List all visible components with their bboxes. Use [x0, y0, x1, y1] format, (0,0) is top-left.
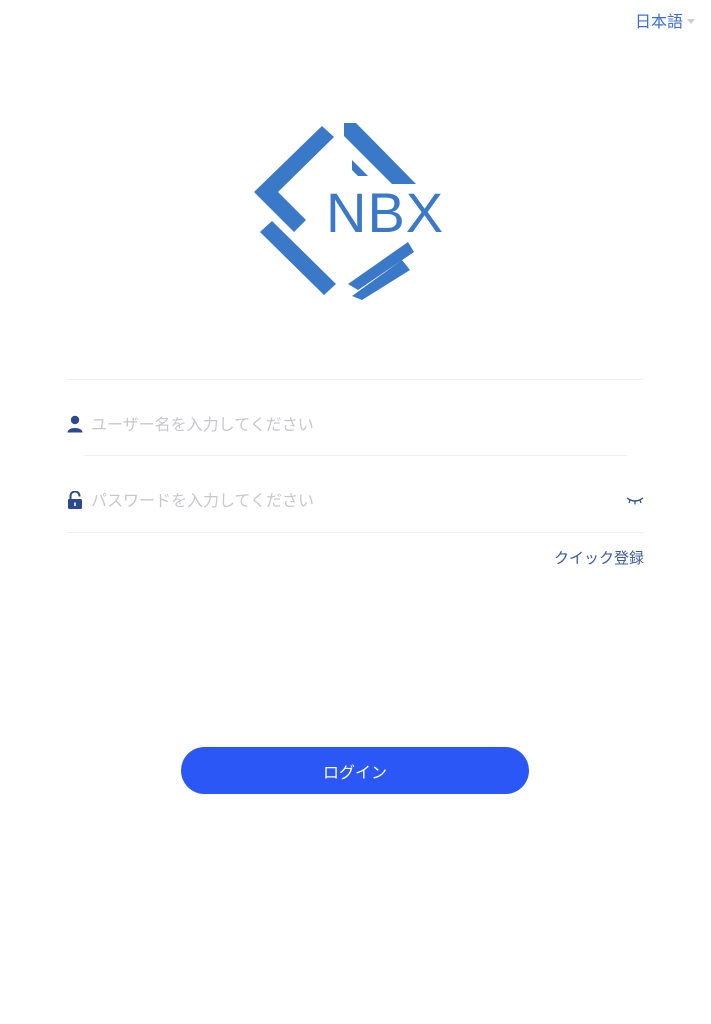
username-field	[67, 402, 644, 446]
password-input[interactable]	[91, 490, 626, 510]
eye-closed-icon[interactable]	[626, 495, 644, 505]
password-underline	[67, 532, 644, 533]
language-label: 日本語	[634, 12, 683, 31]
language-selector[interactable]: 日本語	[635, 8, 695, 32]
form-top-divider	[67, 379, 644, 380]
username-input[interactable]	[91, 414, 644, 434]
logo-text: NBX	[326, 181, 444, 244]
password-field	[67, 478, 644, 522]
quick-register-link[interactable]: クイック登録	[554, 547, 644, 568]
caret-down-icon	[687, 18, 695, 24]
lock-icon	[68, 491, 82, 509]
nbx-logo: NBX	[248, 120, 464, 300]
login-button[interactable]: ログイン	[181, 747, 529, 794]
username-underline	[84, 455, 627, 456]
user-icon	[67, 415, 83, 433]
